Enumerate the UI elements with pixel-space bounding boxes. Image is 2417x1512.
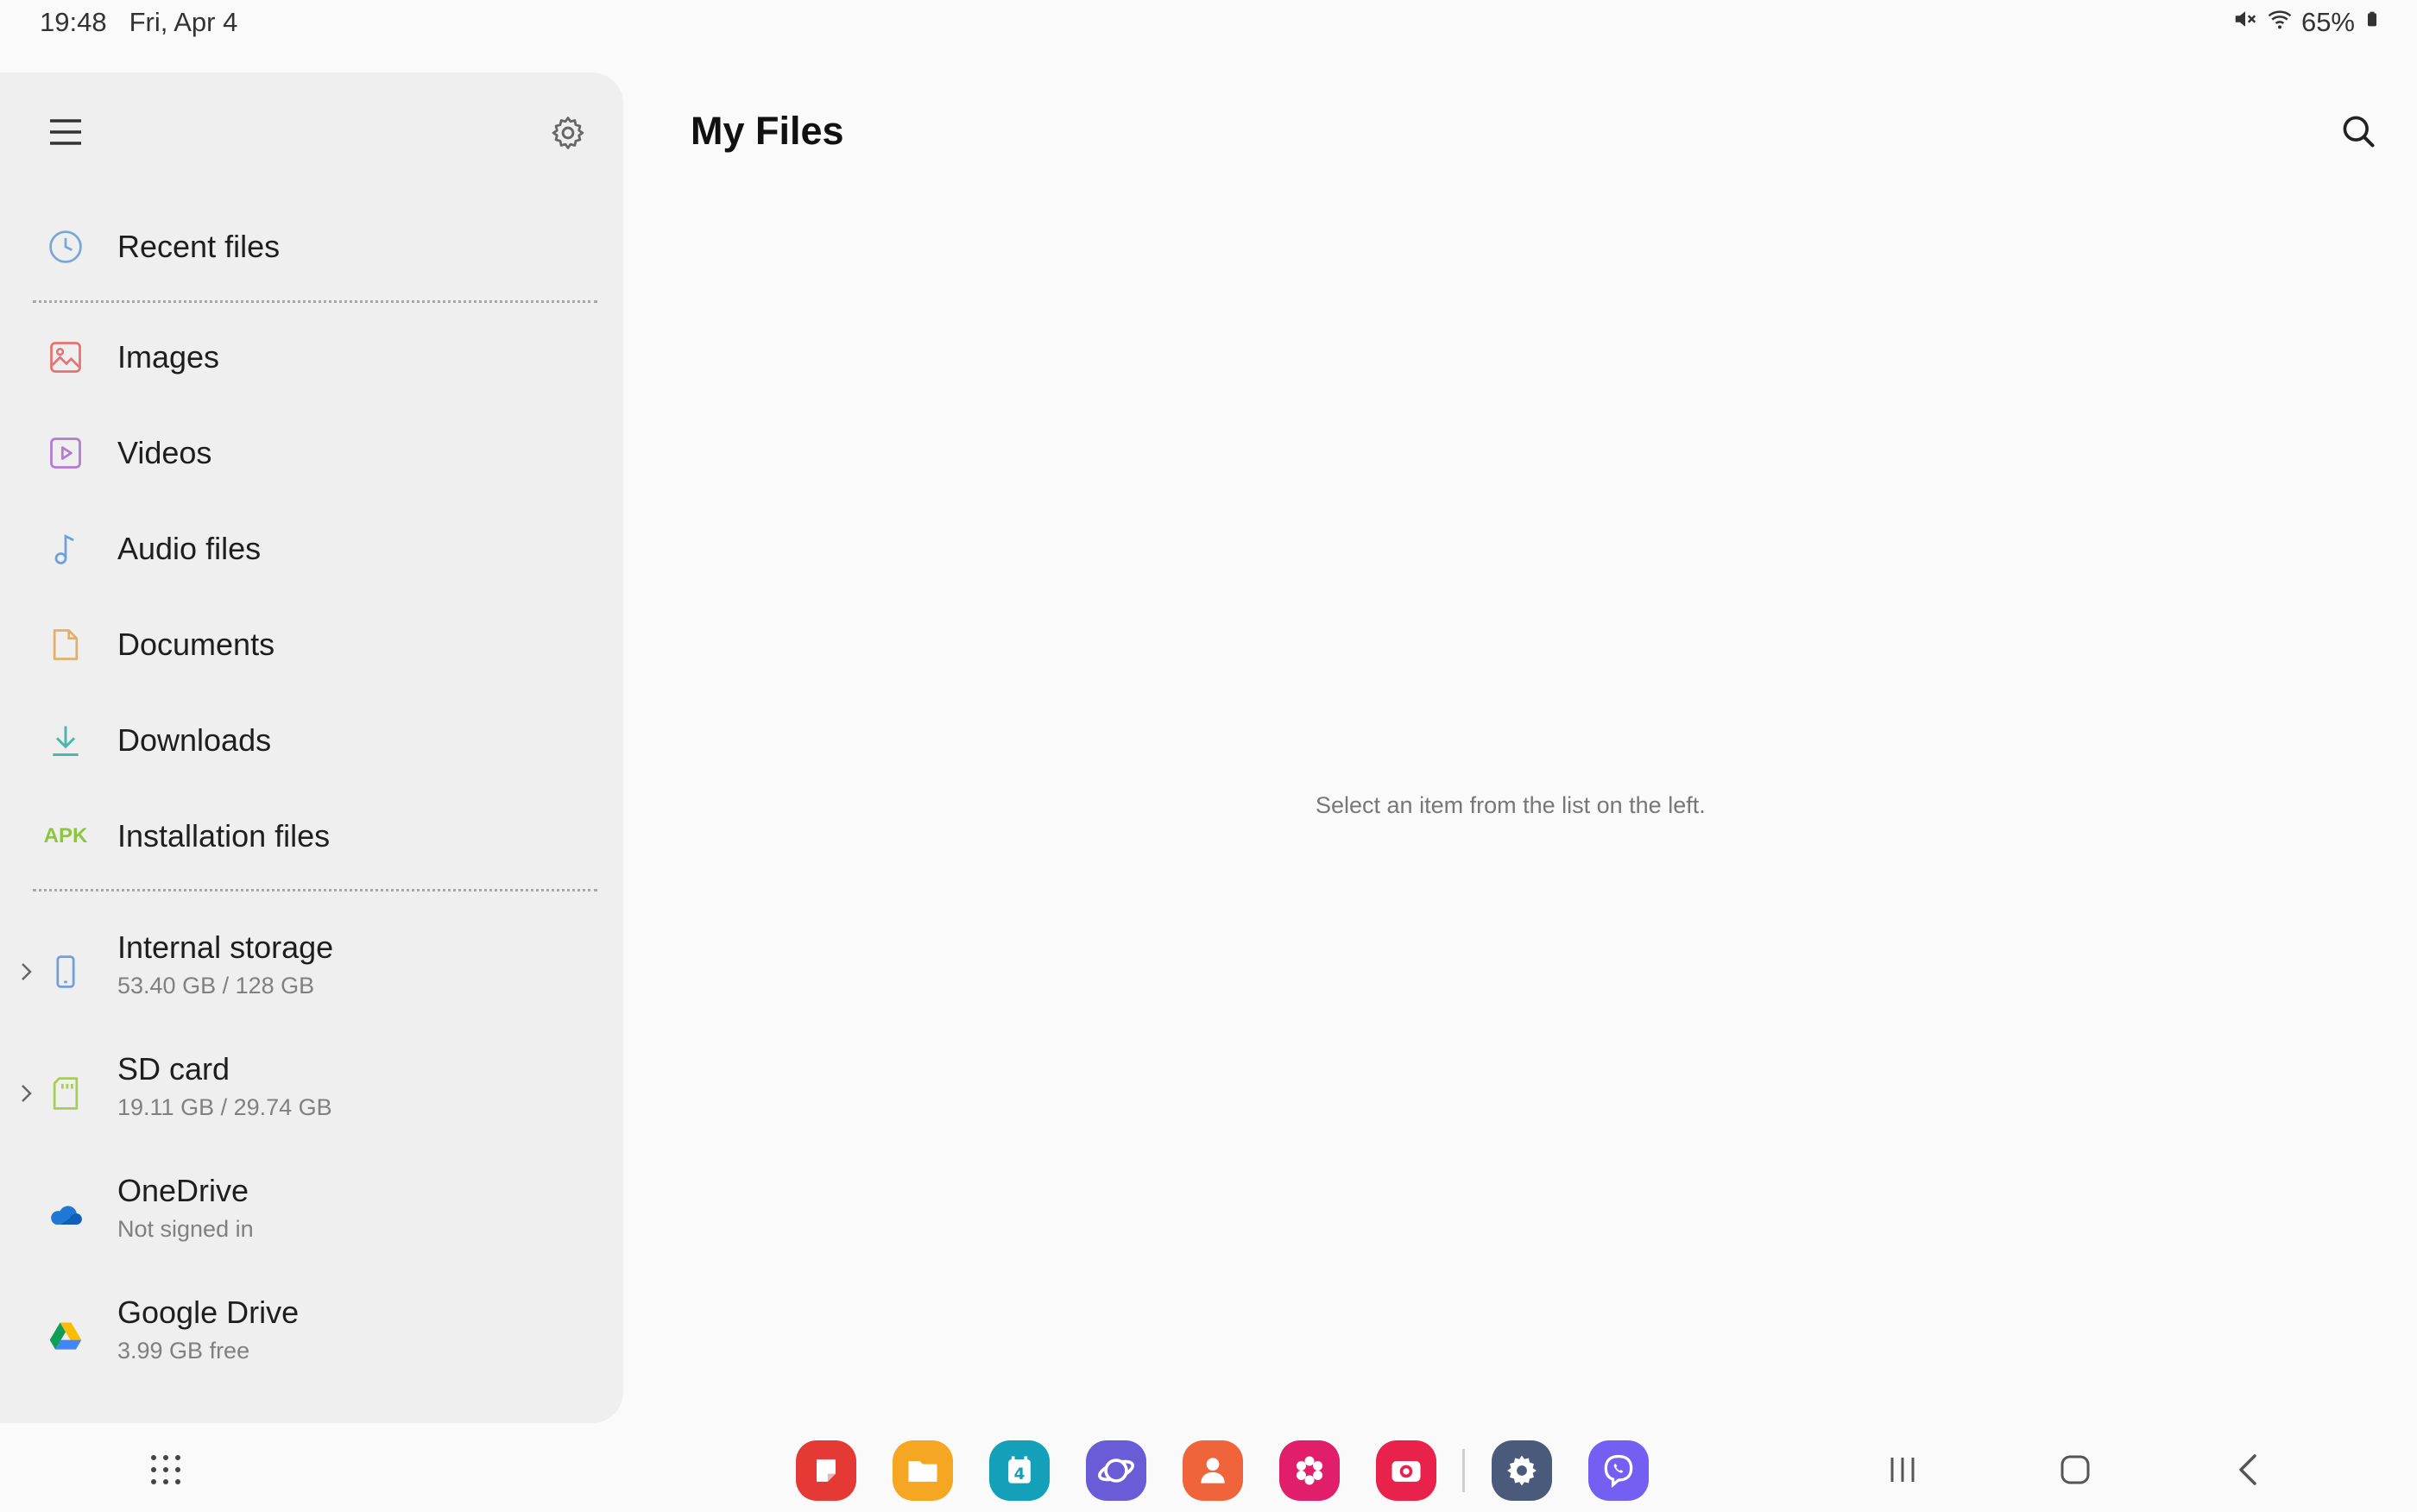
sidebar-item-label: Videos [117,435,212,470]
storage-usage: 19.11 GB / 29.74 GB [117,1094,332,1120]
gallery-icon[interactable] [1279,1440,1340,1501]
download-icon [47,721,85,759]
sidebar-item-installation-files[interactable]: APK Installation files [0,793,623,879]
sidebar-item-videos[interactable]: Videos [0,410,623,496]
sidebar-header [0,72,623,193]
battery-percent: 65% [2300,7,2355,37]
sidebar-item-sd-card[interactable]: SD card 19.11 GB / 29.74 GB [0,1037,623,1150]
sidebar-item-label: Downloads [117,722,272,758]
sidebar-divider [33,889,597,891]
sidebar-item-documents[interactable]: Documents [0,602,623,688]
sidebar: Recent files Images Videos Audio files D… [0,72,623,1423]
storage-usage: 53.40 GB / 128 GB [117,973,315,999]
apk-icon: APK [43,824,88,847]
taskbar: 4 [0,1423,2417,1512]
video-icon [47,434,85,472]
chevron-right-icon[interactable] [17,959,36,985]
sidebar-item-recent-files[interactable]: Recent files [0,204,623,290]
sidebar-item-label: Google Drive [117,1295,300,1330]
sidebar-item-images[interactable]: Images [0,314,623,400]
chevron-right-icon[interactable] [17,1080,36,1106]
samsung-internet-icon[interactable] [1086,1440,1146,1501]
calendar-icon[interactable]: 4 [989,1440,1050,1501]
my-files-icon[interactable] [893,1440,953,1501]
sidebar-item-label: Installation files [117,818,331,854]
sidebar-item-label: SD card [117,1051,230,1087]
mute-icon [2232,6,2258,39]
sidebar-item-label: OneDrive [117,1173,249,1208]
onedrive-icon [47,1196,85,1234]
sidebar-item-label: Internal storage [117,929,334,965]
sidebar-item-onedrive[interactable]: OneDrive Not signed in [0,1159,623,1271]
contacts-icon[interactable] [1183,1440,1243,1501]
google-drive-icon [47,1318,85,1356]
music-note-icon [47,530,85,568]
sidebar-item-label: Recent files [117,229,281,264]
empty-state-message: Select an item from the list on the left… [1316,792,1706,818]
sidebar-item-label: Documents [117,627,275,662]
sidebar-divider [33,300,597,303]
clock-icon [47,228,85,266]
status-time: 19:48 [40,7,107,37]
sidebar-item-audio-files[interactable]: Audio files [0,506,623,592]
camera-icon[interactable] [1376,1440,1436,1501]
onedrive-status: Not signed in [117,1216,254,1242]
taskbar-separator [1462,1449,1465,1492]
hamburger-icon[interactable] [48,117,83,147]
sidebar-item-internal-storage[interactable]: Internal storage 53.40 GB / 128 GB [0,916,623,1028]
sidebar-item-label: Audio files [117,531,262,566]
wifi-icon [2267,6,2293,39]
gear-icon[interactable] [549,114,587,152]
sidebar-item-google-drive[interactable]: Google Drive 3.99 GB free [0,1281,623,1393]
search-icon[interactable] [2339,112,2377,150]
back-icon[interactable] [2229,1449,2270,1490]
phone-icon [47,953,85,991]
settings-app-icon[interactable] [1492,1440,1552,1501]
drive-free-space: 3.99 GB free [117,1338,250,1364]
status-bar: 19:48 Fri, Apr 4 65% [0,0,2417,45]
status-date: Fri, Apr 4 [129,7,238,37]
app-drawer-icon[interactable] [148,1452,183,1487]
sidebar-item-label: Images [117,339,220,375]
calendar-day: 4 [1014,1465,1025,1484]
home-icon[interactable] [2054,1449,2096,1490]
battery-icon [2363,6,2381,39]
recent-apps-icon[interactable] [1882,1449,1923,1490]
document-icon [47,626,85,664]
samsung-notes-icon[interactable] [796,1440,856,1501]
sd-card-icon [47,1074,85,1112]
image-icon [47,338,85,376]
page-title: My Files [691,109,844,153]
viber-icon[interactable] [1588,1440,1649,1501]
sidebar-item-downloads[interactable]: Downloads [0,697,623,784]
